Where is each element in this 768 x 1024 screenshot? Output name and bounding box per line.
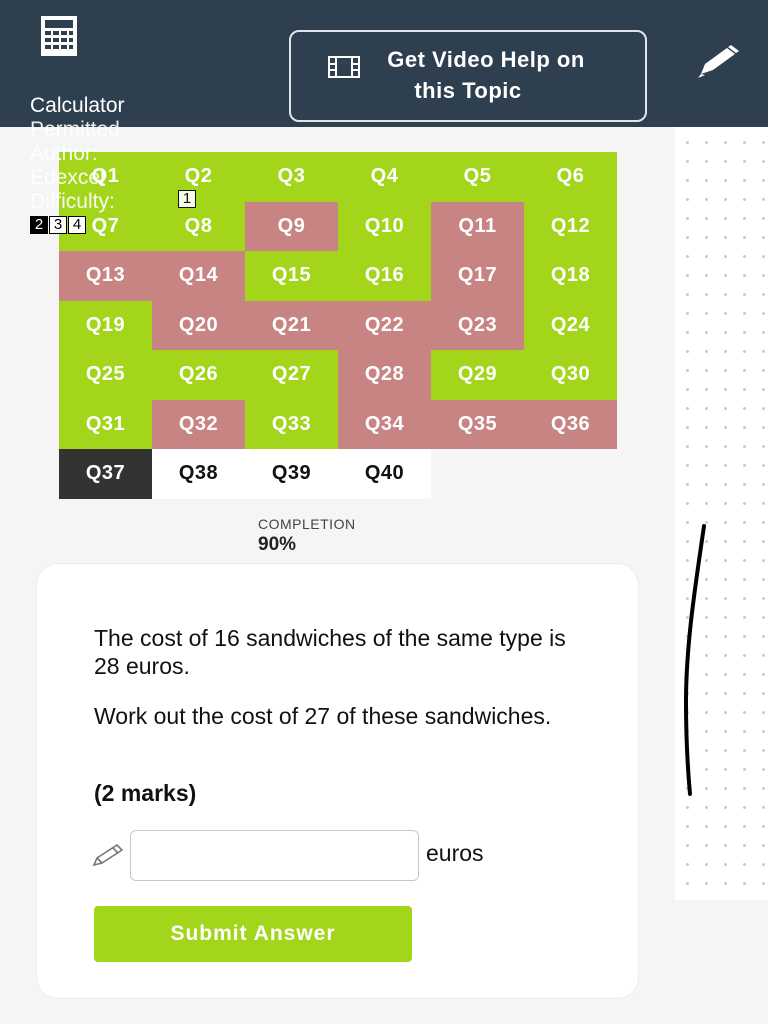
question-tab-q35[interactable]: Q35 — [431, 399, 524, 449]
question-tab-q37[interactable]: Q37 — [59, 449, 152, 499]
pencil-icon — [92, 843, 124, 867]
question-tab-q29[interactable]: Q29 — [431, 350, 524, 400]
unit-label: euros — [426, 840, 484, 866]
difficulty-levels: 2 3 4 — [30, 216, 190, 234]
question-tab-q19[interactable]: Q19 — [59, 300, 152, 350]
question-tab-q22[interactable]: Q22 — [338, 300, 431, 350]
question-tab-q21[interactable]: Q21 — [245, 300, 338, 350]
question-tab-q23[interactable]: Q23 — [431, 300, 524, 350]
question-tab-q9[interactable]: Q9 — [245, 201, 338, 251]
author-label: Author: — [30, 142, 98, 165]
question-meta: Calculator Permitted Author: Edexcel Dif… — [30, 94, 196, 234]
difficulty-level-4: 4 — [68, 216, 86, 234]
question-tab-q32[interactable]: Q32 — [152, 399, 245, 449]
calculator-permitted-label: Calculator — [30, 94, 125, 117]
question-tab-q17[interactable]: Q17 — [431, 251, 524, 301]
question-tab-q30[interactable]: Q30 — [524, 350, 617, 400]
question-card: The cost of 16 sandwiches of the same ty… — [36, 563, 639, 999]
completion-value: 90% — [258, 534, 297, 555]
video-help-button[interactable]: Get Video Help on this Topic — [289, 30, 647, 122]
question-tab-q36[interactable]: Q36 — [524, 399, 617, 449]
video-help-label-line2: this Topic — [414, 78, 522, 103]
author-value: Edexcel — [30, 166, 105, 189]
film-icon — [328, 56, 360, 78]
question-tab-q20[interactable]: Q20 — [152, 300, 245, 350]
question-text-1: The cost of 16 sandwiches of the same ty… — [94, 625, 566, 679]
question-tab-q12[interactable]: Q12 — [524, 201, 617, 251]
pen-icon[interactable] — [695, 44, 741, 80]
question-tab-q39[interactable]: Q39 — [245, 449, 338, 499]
difficulty-level-2: 2 — [30, 216, 48, 234]
submit-answer-button[interactable]: Submit Answer — [94, 906, 412, 962]
scratchpad-stroke — [683, 524, 706, 796]
question-tab-q24[interactable]: Q24 — [524, 300, 617, 350]
difficulty-label: Difficulty: 1 — [30, 190, 196, 214]
question-tab-q26[interactable]: Q26 — [152, 350, 245, 400]
question-tab-q34[interactable]: Q34 — [338, 399, 431, 449]
question-tab-q3[interactable]: Q3 — [245, 152, 338, 202]
question-tab-q40[interactable]: Q40 — [338, 449, 431, 499]
question-tab-q38[interactable]: Q38 — [152, 449, 245, 499]
question-tab-q31[interactable]: Q31 — [59, 399, 152, 449]
question-text-2: Work out the cost of 27 of these sandwic… — [94, 703, 552, 729]
question-tab-q6[interactable]: Q6 — [524, 152, 617, 202]
question-tab-q5[interactable]: Q5 — [431, 152, 524, 202]
question-tab-q15[interactable]: Q15 — [245, 251, 338, 301]
question-tab-q18[interactable]: Q18 — [524, 251, 617, 301]
question-tab-q28[interactable]: Q28 — [338, 350, 431, 400]
marks-label: (2 marks) — [94, 780, 197, 806]
difficulty-level-3: 3 — [49, 216, 67, 234]
difficulty-level-1: 1 — [178, 190, 196, 208]
question-tab-q33[interactable]: Q33 — [245, 399, 338, 449]
question-tab-q13[interactable]: Q13 — [59, 251, 152, 301]
permitted-label: Permitted — [30, 118, 120, 141]
question-tab-q14[interactable]: Q14 — [152, 251, 245, 301]
question-tab-q27[interactable]: Q27 — [245, 350, 338, 400]
answer-input[interactable] — [130, 830, 419, 881]
question-tab-q11[interactable]: Q11 — [431, 201, 524, 251]
question-tab-q10[interactable]: Q10 — [338, 201, 431, 251]
question-tab-q16[interactable]: Q16 — [338, 251, 431, 301]
question-tab-q4[interactable]: Q4 — [338, 152, 431, 202]
completion-label: COMPLETION — [258, 516, 356, 532]
difficulty-text: Difficulty: — [30, 190, 115, 213]
calculator-icon[interactable] — [40, 15, 78, 57]
question-tab-q25[interactable]: Q25 — [59, 350, 152, 400]
